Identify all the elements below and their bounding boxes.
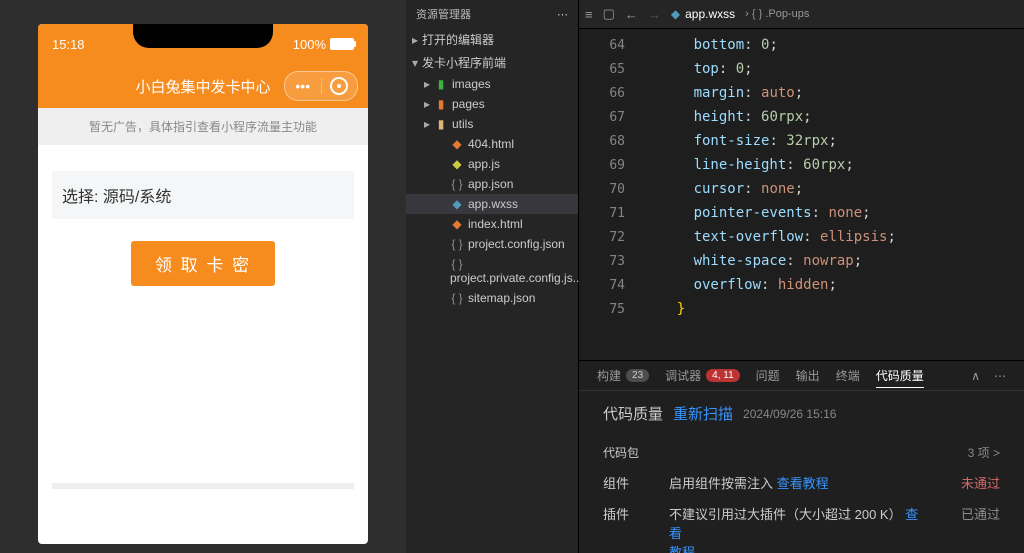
menu-icon[interactable]: ≡ — [585, 7, 593, 22]
code-line[interactable]: 71 pointer-events: none; — [579, 201, 1024, 225]
folder-utils[interactable]: ▸▮utils — [406, 114, 578, 134]
debug-badge: 4, 11 — [706, 369, 740, 382]
code-line[interactable]: 72 text-overflow: ellipsis; — [579, 225, 1024, 249]
json-icon: { } — [450, 291, 464, 305]
footer-placeholder — [52, 483, 354, 489]
bottom-panel: 构建23 调试器4, 11 问题 输出 终端 代码质量 ∧ ⋯ 代码质量 重新扫… — [579, 360, 1024, 553]
scan-time: 2024/09/26 15:16 — [743, 407, 836, 421]
file-projpriv[interactable]: { }project.private.config.js... — [406, 254, 578, 288]
json-icon: { } — [450, 237, 464, 251]
row-label: 组件 — [603, 473, 655, 492]
code-line[interactable]: 73 white-space: nowrap; — [579, 249, 1024, 273]
phone-notch — [133, 24, 273, 48]
file-appjson[interactable]: { }app.json — [406, 174, 578, 194]
page-content: 选择: 源码/系统 领 取 卡 密 — [38, 145, 368, 312]
forward-icon[interactable]: → — [648, 7, 661, 22]
code-line[interactable]: 75 } — [579, 297, 1024, 321]
editor-tab[interactable]: ◆ app.wxss — [671, 7, 735, 21]
js-icon: ◆ — [450, 157, 464, 171]
folder-icon: ▮ — [434, 97, 448, 111]
tab-quality[interactable]: 代码质量 — [876, 367, 924, 388]
capsule-close-icon[interactable] — [322, 77, 358, 95]
file-sitemap[interactable]: { }sitemap.json — [406, 288, 578, 308]
code-line[interactable]: 74 overflow: hidden; — [579, 273, 1024, 297]
pkg-label: 代码包 — [603, 444, 639, 461]
simulator-pane: 15:18 100% 小白兔集中发卡中心 ••• 暂无广告，具体指引查看小程序流… — [0, 0, 406, 553]
battery-percent: 100% — [293, 37, 326, 52]
battery: 100% — [293, 37, 354, 52]
file-projconf[interactable]: { }project.config.json — [406, 234, 578, 254]
submit-button[interactable]: 领 取 卡 密 — [131, 241, 275, 286]
bottom-tabstrip: 构建23 调试器4, 11 问题 输出 终端 代码质量 ∧ ⋯ — [579, 361, 1024, 391]
file-appjs[interactable]: ◆app.js — [406, 154, 578, 174]
tutorial-link[interactable]: 查看教程 — [777, 476, 829, 491]
mp-capsule[interactable]: ••• — [284, 71, 358, 101]
ad-placeholder: 暂无广告，具体指引查看小程序流量主功能 — [38, 108, 368, 145]
rescan-link[interactable]: 重新扫描 — [673, 403, 733, 424]
row-status: 未通过 — [944, 473, 1000, 492]
explorer-title-bar: 资源管理器 ⋯ — [406, 0, 578, 28]
code-line[interactable]: 64 bottom: 0; — [579, 33, 1024, 57]
code-line[interactable]: 70 cursor: none; — [579, 177, 1024, 201]
folder-images[interactable]: ▸▮images — [406, 74, 578, 94]
row-label: 插件 — [603, 504, 655, 523]
pkg-count[interactable]: 3 项 > — [968, 444, 1000, 461]
status-bar: 15:18 100% — [38, 24, 368, 64]
folder-icon: ▮ — [434, 77, 448, 91]
code-line[interactable]: 66 margin: auto; — [579, 81, 1024, 105]
capsule-more-icon[interactable]: ••• — [285, 78, 322, 94]
quality-row: 插件 不建议引用过大插件（大小超过 200 K） 查看教程 已通过 — [603, 504, 1000, 553]
explorer-title: 资源管理器 — [416, 6, 471, 22]
tab-build[interactable]: 构建23 — [597, 367, 649, 384]
code-line[interactable]: 69 line-height: 60rpx; — [579, 153, 1024, 177]
back-icon[interactable]: ← — [625, 7, 638, 22]
file-appwxss[interactable]: ◆app.wxss — [406, 194, 578, 214]
more-icon[interactable]: ⋯ — [994, 369, 1006, 383]
code-line[interactable]: 67 height: 60rpx; — [579, 105, 1024, 129]
json-icon: { } — [450, 177, 464, 191]
tab-issues[interactable]: 问题 — [756, 367, 780, 384]
battery-icon — [330, 38, 354, 50]
quality-row: 组件 启用组件按需注入 查看教程 未通过 — [603, 473, 1000, 492]
tab-terminal[interactable]: 终端 — [836, 367, 860, 384]
wxss-icon: ◆ — [450, 197, 464, 211]
status-time: 15:18 — [52, 37, 85, 52]
select-picker[interactable]: 选择: 源码/系统 — [52, 171, 354, 219]
phone-frame: 15:18 100% 小白兔集中发卡中心 ••• 暂无广告，具体指引查看小程序流… — [38, 24, 368, 544]
editor-tabstrip: ≡ ▢ ← → ◆ app.wxss › { } .Pop-ups — [579, 0, 1024, 29]
file-index[interactable]: ◆index.html — [406, 214, 578, 234]
wxss-icon: ◆ — [671, 7, 680, 21]
html-icon: ◆ — [450, 137, 464, 151]
section-open-editors[interactable]: ▸打开的编辑器 — [406, 28, 578, 51]
quality-title: 代码质量 — [603, 403, 663, 424]
tutorial-link[interactable]: 教程 — [669, 545, 695, 553]
json-icon: { } — [450, 257, 464, 271]
section-project[interactable]: ▾发卡小程序前端 — [406, 51, 578, 74]
html-icon: ◆ — [450, 217, 464, 231]
build-badge: 23 — [626, 369, 649, 382]
tab-output[interactable]: 输出 — [796, 367, 820, 384]
bookmark-icon[interactable]: ▢ — [603, 6, 615, 22]
file-404[interactable]: ◆404.html — [406, 134, 578, 154]
code-editor[interactable]: 64 bottom: 0;65 top: 0;66 margin: auto;6… — [579, 29, 1024, 360]
tab-debug[interactable]: 调试器4, 11 — [665, 367, 740, 384]
folder-icon: ▮ — [434, 117, 448, 131]
folder-pages[interactable]: ▸▮pages — [406, 94, 578, 114]
explorer-more-icon[interactable]: ⋯ — [557, 8, 568, 21]
breadcrumb[interactable]: › { } .Pop-ups — [745, 8, 809, 20]
quality-content: 代码质量 重新扫描 2024/09/26 15:16 代码包 3 项 > 组件 … — [579, 391, 1024, 553]
mp-nav-bar: 小白兔集中发卡中心 ••• — [38, 64, 368, 108]
editor-area: ≡ ▢ ← → ◆ app.wxss › { } .Pop-ups 64 bot… — [579, 0, 1024, 553]
explorer-panel: 资源管理器 ⋯ ▸打开的编辑器 ▾发卡小程序前端 ▸▮images ▸▮page… — [406, 0, 579, 553]
chevron-up-icon[interactable]: ∧ — [971, 369, 980, 383]
code-line[interactable]: 68 font-size: 32rpx; — [579, 129, 1024, 153]
code-line[interactable]: 65 top: 0; — [579, 57, 1024, 81]
page-title: 小白兔集中发卡中心 — [135, 76, 270, 97]
row-status: 已通过 — [944, 504, 1000, 523]
tab-filename: app.wxss — [685, 7, 735, 21]
